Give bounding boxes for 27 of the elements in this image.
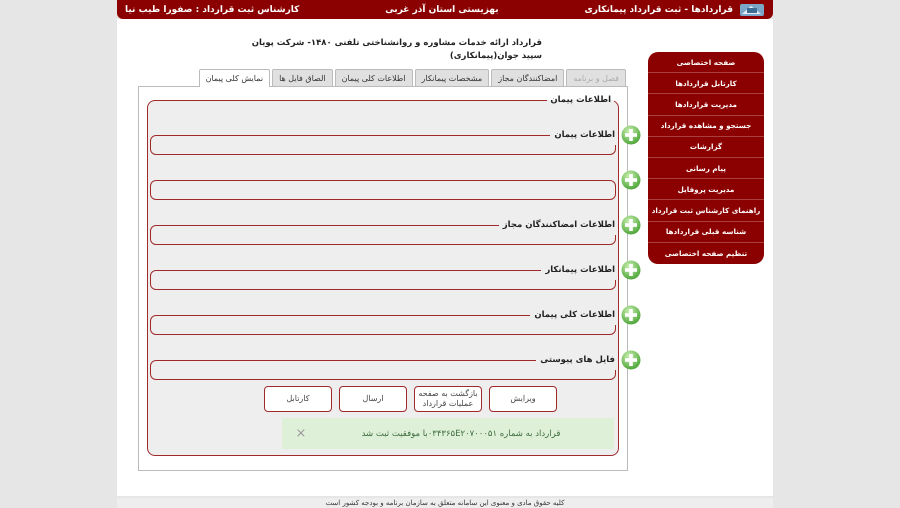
action-button[interactable]: ارسال	[339, 386, 407, 412]
expand-icon[interactable]	[621, 215, 641, 235]
expand-icon[interactable]	[621, 125, 641, 145]
app-title: قراردادها - ثبت قرارداد پیمانکاری	[584, 4, 733, 14]
organization-name: بهزیستی استان آذر غربی	[385, 4, 499, 14]
action-button[interactable]: کارتابل	[264, 386, 332, 412]
subsection-legend: اطلاعات امضاکنندگان مجاز	[502, 220, 615, 230]
expand-icon[interactable]	[621, 260, 641, 280]
expand-icon[interactable]	[621, 350, 641, 370]
user-label: کارشناس ثبت قرارداد : صفورا طیب نیا	[125, 4, 300, 14]
subsection-legend: اطلاعات پیمانکار	[545, 265, 615, 275]
tab[interactable]: نمایش کلی پیمان	[198, 69, 270, 87]
subsection-legend: اطلاعات پیمان	[554, 130, 615, 140]
alert-message: قرارداد به شماره ۰۳۴۳۶۵E۲۰۷۰۰۰۵۱با موفقیت ثبت شد	[360, 428, 562, 438]
tab[interactable]: مشخصات پیمانکار	[414, 69, 490, 86]
tab[interactable]: امضاکنندگان مجاز	[491, 69, 564, 86]
expand-icon[interactable]	[621, 170, 641, 190]
action-button[interactable]: بازگشت به صفحه عملیات قرارداد	[414, 386, 482, 412]
tab[interactable]: الصاق فایل ها	[272, 69, 333, 86]
expand-icon[interactable]	[621, 305, 641, 325]
tab[interactable]: اطلاعات کلی پیمان	[334, 69, 413, 86]
action-button[interactable]: ویرایش	[489, 386, 557, 412]
logo-icon	[739, 2, 765, 18]
section-legend: اطلاعات پیمان	[547, 95, 614, 105]
subsection-legend: اطلاعات کلی پیمان	[534, 310, 615, 320]
subsection-legend: فایل های پیوستی	[540, 355, 615, 365]
contract-title: قرارداد ارائه خدمات مشاوره و روانشناختی تلفنی ۱۴۸۰- شرکت پویان سپید جوان(پیمانکاری)	[250, 37, 542, 63]
